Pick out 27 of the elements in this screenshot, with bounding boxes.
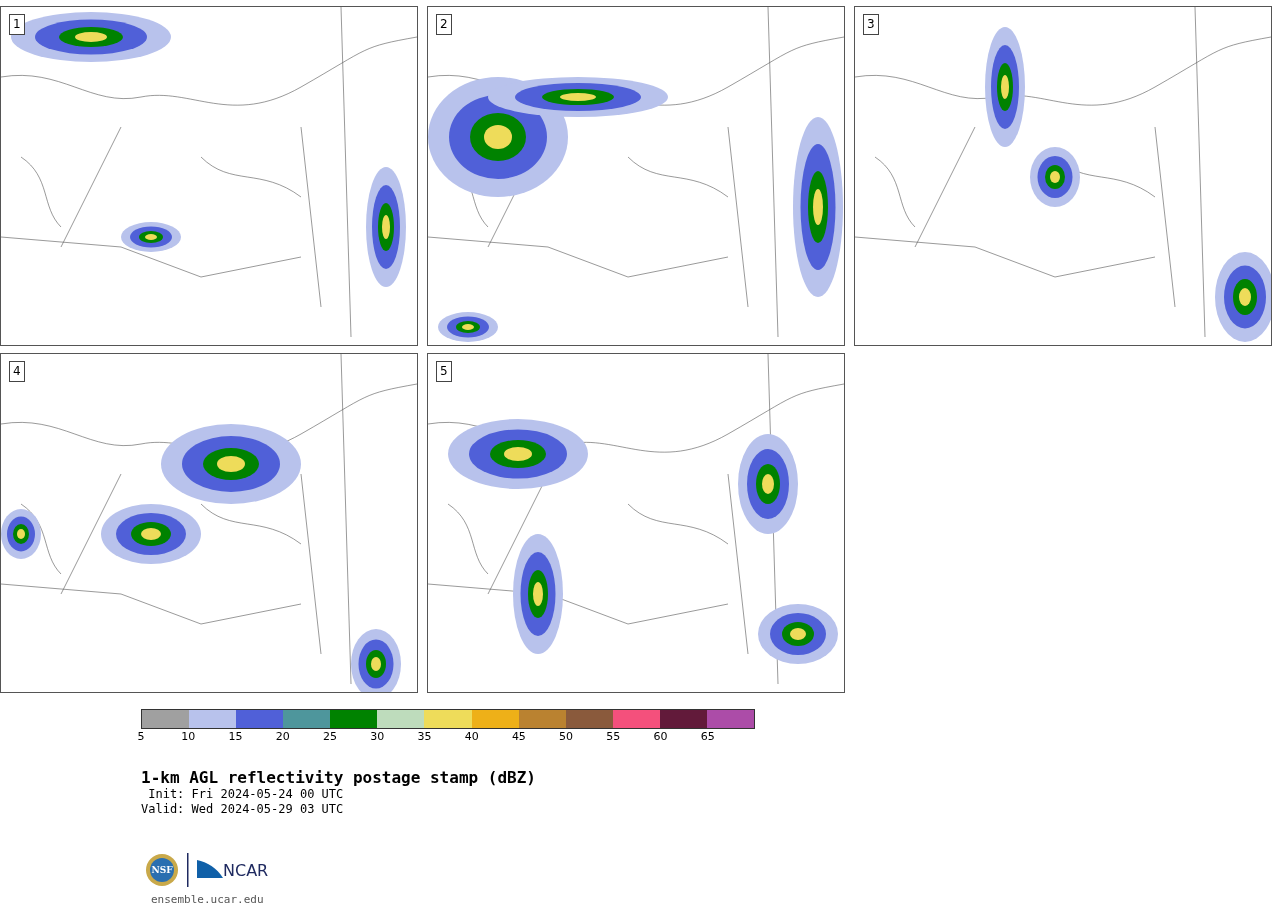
tick-label: 35 [417,729,432,745]
tick-label: 50 [559,729,574,745]
tick-label: 5 [137,729,145,745]
panel-number: 4 [9,361,25,382]
tick-label: 45 [511,729,526,745]
tick-label: 40 [464,729,479,745]
tick-label: 20 [275,729,290,745]
chart-title: 1-km AGL reflectivity postage stamp (dBZ) [141,769,537,787]
seal-icon [145,853,179,887]
valid-time: Valid: Wed 2024-05-29 03 UTC [141,802,345,817]
tick-label: 60 [653,729,668,745]
tick-label: 55 [606,729,621,745]
panel-number: 3 [863,14,879,35]
logo-text: NCAR [223,860,269,880]
panel-number: 2 [436,14,452,35]
tick-label: 15 [228,729,243,745]
panel-number: 1 [9,14,25,35]
tick-label: 10 [181,729,196,745]
init-time: Init: Fri 2024-05-24 00 UTC [147,787,345,802]
divider-line [187,853,189,887]
logo-text: NSF [151,865,173,875]
tick-label: 30 [370,729,385,745]
website-url: ensemble.ucar.edu [151,893,265,906]
tick-label: 25 [322,729,337,745]
panel-number: 5 [436,361,452,382]
swoosh-icon [197,860,223,880]
tick-label: 65 [700,729,715,745]
